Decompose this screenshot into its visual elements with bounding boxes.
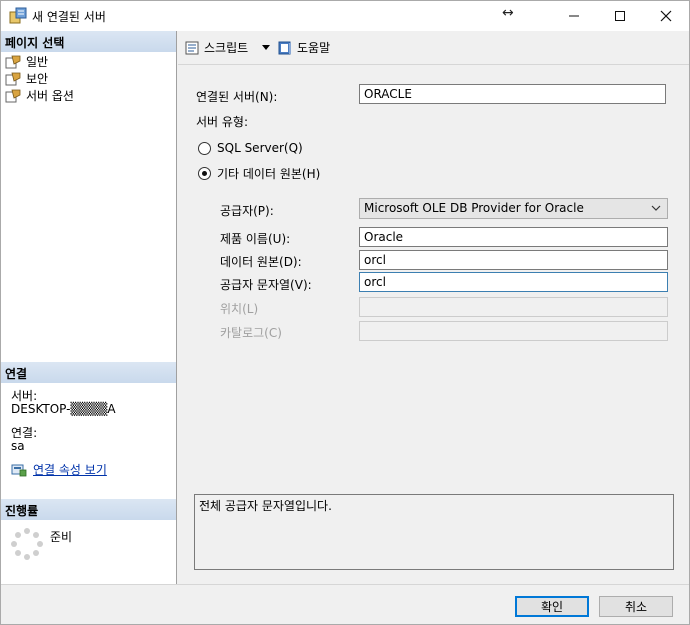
page-select-header: 페이지 선택 bbox=[1, 31, 176, 52]
provider-string-input[interactable]: orcl bbox=[359, 272, 668, 292]
window-title: 새 연결된 서버 bbox=[32, 10, 106, 24]
progress-header: 진행률 bbox=[1, 499, 176, 520]
title-bar[interactable]: 새 연결된 서버 ↔ bbox=[1, 1, 689, 31]
radio-sql-server-label: SQL Server(Q) bbox=[217, 141, 303, 155]
radio-button-checked-icon bbox=[198, 167, 211, 180]
script-dropdown-icon[interactable] bbox=[262, 45, 270, 50]
provider-select[interactable]: Microsoft OLE DB Provider for Oracle bbox=[359, 198, 668, 219]
linked-server-icon bbox=[9, 7, 27, 24]
ok-button[interactable]: 확인 bbox=[515, 596, 589, 617]
location-input[interactable] bbox=[359, 297, 668, 317]
toolbar: 스크립트 도움말 bbox=[178, 31, 689, 65]
radio-sql-server[interactable]: SQL Server(Q) bbox=[198, 141, 303, 155]
page-item-label: 보안 bbox=[26, 72, 49, 86]
radio-other-data-source-label: 기타 데이터 원본(H) bbox=[217, 167, 321, 181]
product-name-label: 제품 이름(U): bbox=[220, 232, 291, 246]
resize-arrows-icon: ↔ bbox=[502, 5, 514, 21]
cancel-button[interactable]: 취소 bbox=[599, 596, 673, 617]
data-source-input[interactable]: orcl bbox=[359, 250, 668, 270]
left-pane: 페이지 선택 일반 보안 서버 옵션 연결 서버: DESKTOP-▒▒▒▒A bbox=[1, 31, 177, 584]
server-type-label: 서버 유형: bbox=[196, 115, 249, 129]
minimize-button[interactable] bbox=[551, 1, 597, 31]
chevron-down-icon bbox=[651, 205, 661, 211]
maximize-icon bbox=[615, 11, 625, 21]
page-item-label: 일반 bbox=[26, 55, 49, 69]
help-button[interactable]: 도움말 bbox=[277, 39, 330, 56]
catalog-label: 카탈로그(C) bbox=[220, 326, 282, 340]
close-icon bbox=[660, 10, 672, 22]
radio-other-data-source[interactable]: 기타 데이터 원본(H) bbox=[198, 165, 320, 182]
catalog-input[interactable] bbox=[359, 321, 668, 341]
radio-button-icon bbox=[198, 141, 211, 155]
page-wrench-icon bbox=[5, 72, 21, 85]
minimize-icon bbox=[569, 15, 579, 17]
linked-server-dialog: 새 연결된 서버 ↔ 페이지 선택 일반 보안 서버 옵션 연결 서버: DES… bbox=[0, 0, 690, 625]
page-item-general[interactable]: 일반 bbox=[5, 53, 48, 70]
product-name-input[interactable]: Oracle bbox=[359, 227, 668, 247]
close-button[interactable] bbox=[643, 1, 689, 31]
view-connection-properties-label: 연결 속성 보기 bbox=[33, 463, 107, 477]
linked-server-input[interactable]: ORACLE bbox=[359, 84, 666, 104]
progress-status: 준비 bbox=[50, 530, 73, 544]
progress-spinner-icon bbox=[11, 528, 43, 560]
data-source-label: 데이터 원본(D): bbox=[220, 255, 302, 269]
page-item-server-options[interactable]: 서버 옵션 bbox=[5, 87, 74, 104]
script-label: 스크립트 bbox=[204, 41, 249, 55]
page-item-security[interactable]: 보안 bbox=[5, 70, 48, 87]
provider-string-label: 공급자 문자열(V): bbox=[220, 278, 312, 292]
server-value: DESKTOP-▒▒▒▒A bbox=[11, 402, 116, 416]
property-description-box: 전체 공급자 문자열입니다. bbox=[194, 494, 674, 570]
provider-label: 공급자(P): bbox=[220, 204, 274, 218]
help-book-icon bbox=[278, 41, 291, 54]
script-button[interactable]: 스크립트 bbox=[184, 39, 248, 56]
connection-properties-icon bbox=[11, 464, 27, 476]
linked-server-label: 연결된 서버(N): bbox=[196, 90, 278, 104]
general-page-content: 연결된 서버(N): ORACLE 서버 유형: SQL Server(Q) 기… bbox=[178, 66, 689, 584]
page-wrench-icon bbox=[5, 89, 21, 102]
connection-value: sa bbox=[11, 439, 25, 453]
property-description-text: 전체 공급자 문자열입니다. bbox=[199, 499, 332, 513]
dialog-button-bar: 확인 취소 bbox=[1, 584, 689, 624]
script-icon bbox=[185, 41, 199, 54]
connection-header: 연결 bbox=[1, 362, 176, 383]
maximize-button[interactable] bbox=[597, 1, 643, 31]
provider-selected-value: Microsoft OLE DB Provider for Oracle bbox=[364, 201, 584, 215]
help-label: 도움말 bbox=[297, 41, 331, 55]
view-connection-properties-link[interactable]: 연결 속성 보기 bbox=[11, 461, 107, 478]
page-item-label: 서버 옵션 bbox=[26, 89, 74, 103]
location-label: 위치(L) bbox=[220, 302, 259, 316]
page-wrench-icon bbox=[5, 55, 21, 68]
